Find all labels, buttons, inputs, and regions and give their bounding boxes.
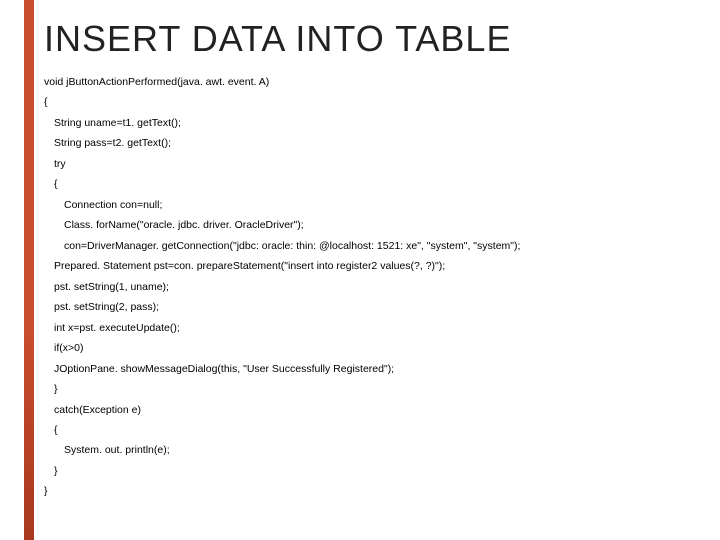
code-line: { [44, 174, 720, 194]
accent-bar [24, 0, 34, 540]
code-line: int x=pst. executeUpdate(); [44, 318, 720, 338]
code-line: Prepared. Statement pst=con. prepareStat… [44, 256, 720, 276]
code-line: pst. setString(2, pass); [44, 297, 720, 317]
code-line: pst. setString(1, uname); [44, 277, 720, 297]
code-line: Connection con=null; [44, 195, 720, 215]
code-line: JOptionPane. showMessageDialog(this, "Us… [44, 359, 720, 379]
code-line: String pass=t2. getText(); [44, 133, 720, 153]
code-line: con=DriverManager. getConnection("jdbc: … [44, 236, 720, 256]
code-line: try [44, 154, 720, 174]
slide: INSERT DATA INTO TABLE void jButtonActio… [0, 0, 720, 540]
code-line: void jButtonActionPerformed(java. awt. e… [44, 72, 720, 92]
code-line: String uname=t1. getText(); [44, 113, 720, 133]
code-line: if(x>0) [44, 338, 720, 358]
code-block: void jButtonActionPerformed(java. awt. e… [44, 72, 720, 502]
code-line: Class. forName("oracle. jdbc. driver. Or… [44, 215, 720, 235]
code-line: } [44, 481, 720, 501]
slide-title: INSERT DATA INTO TABLE [44, 18, 720, 60]
code-line: } [44, 379, 720, 399]
code-line: } [44, 461, 720, 481]
code-line: System. out. println(e); [44, 440, 720, 460]
code-line: catch(Exception e) [44, 400, 720, 420]
code-line: { [44, 92, 720, 112]
code-line: { [44, 420, 720, 440]
